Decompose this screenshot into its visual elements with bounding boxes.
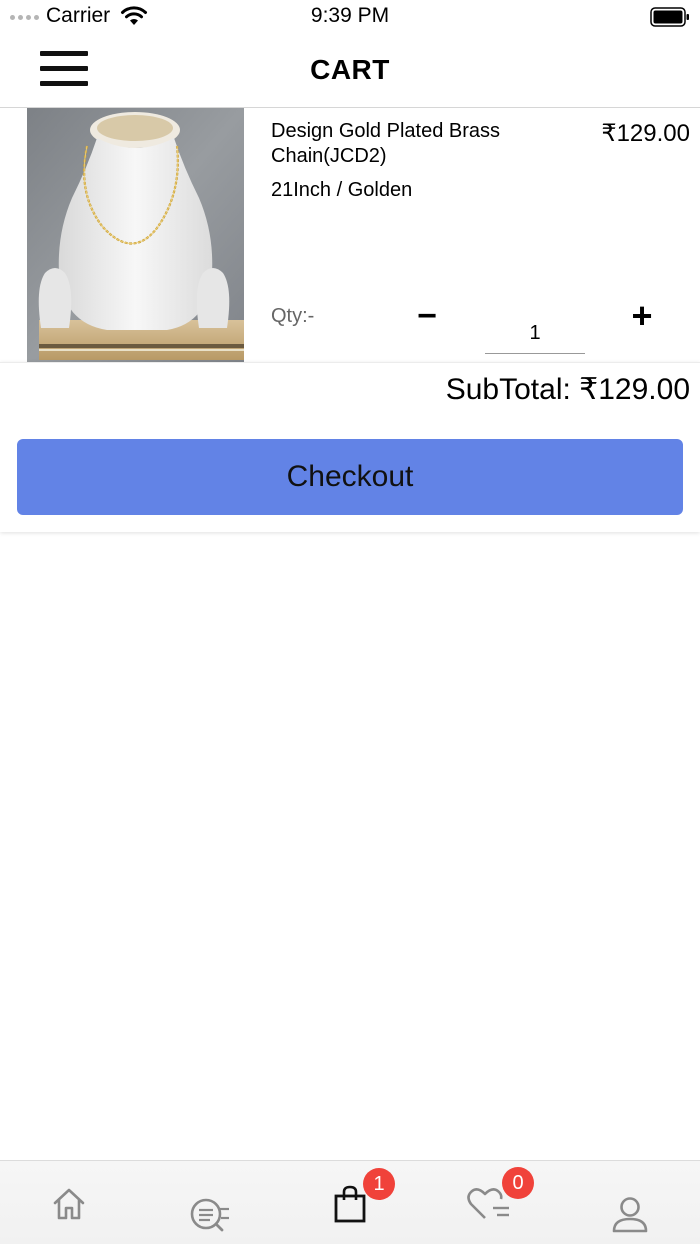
signal-strength-icon [10,15,39,20]
wishlist-badge: 0 [502,1167,534,1199]
product-price: ₹129.00 [601,120,690,147]
decrease-quantity-button[interactable]: − [410,296,444,336]
product-name[interactable]: Design Gold Plated Brass Chain(JCD2) [271,119,571,169]
product-image[interactable] [27,108,244,362]
quantity-input[interactable] [485,306,585,354]
checkout-button[interactable]: Checkout [17,439,683,515]
tab-cart[interactable]: 1 [280,1161,420,1244]
tab-home[interactable] [0,1161,140,1244]
cart-item: Design Gold Plated Brass Chain(JCD2) ₹12… [0,108,700,362]
nav-bar: CART [0,34,700,108]
quantity-label: Qty:- [271,305,315,327]
product-variant: 21Inch / Golden [271,179,413,201]
bottom-tab-bar: 1 0 [0,1160,700,1244]
user-icon [612,1197,648,1233]
tab-wishlist[interactable]: 0 [420,1161,560,1244]
carrier-label: Carrier [46,4,111,27]
status-bar: Carrier 9:39 PM [0,0,700,34]
increase-quantity-button[interactable]: + [622,296,662,336]
tab-search[interactable] [140,1161,280,1244]
wifi-icon [121,6,147,25]
tab-profile[interactable] [560,1161,700,1244]
hamburger-menu-icon[interactable] [40,51,88,89]
battery-icon [650,7,689,27]
search-list-icon [190,1198,229,1232]
shopping-bag-icon [334,1185,366,1223]
page-title: CART [310,54,390,85]
subtotal-text: SubTotal: ₹129.00 [445,373,690,406]
home-icon [53,1188,85,1220]
summary-panel: SubTotal: ₹129.00 Checkout [0,362,700,532]
cart-badge: 1 [363,1168,395,1200]
